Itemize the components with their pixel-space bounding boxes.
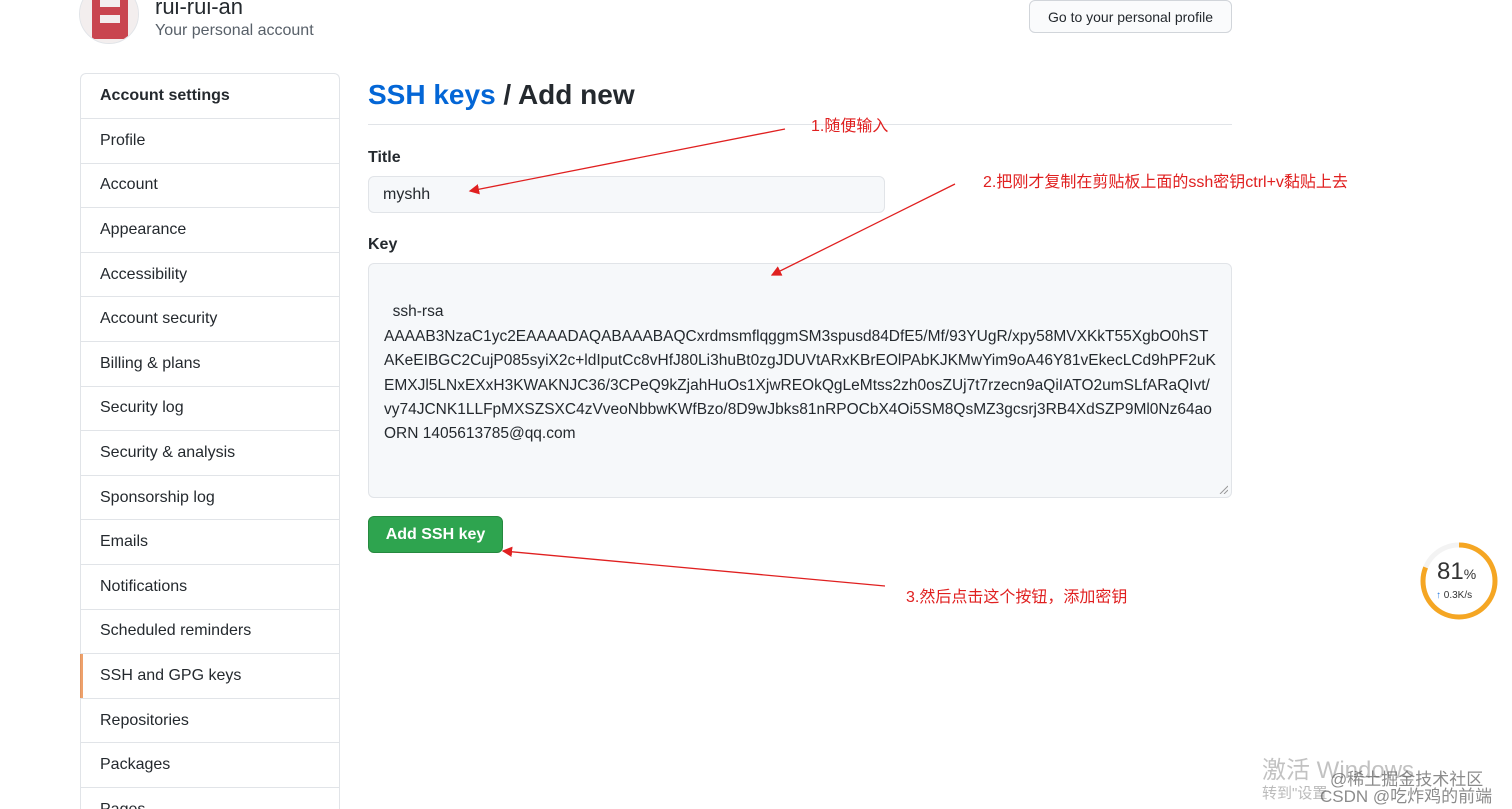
sidebar-item-ssh-gpg-keys[interactable]: SSH and GPG keys (80, 654, 339, 699)
windows-settings-watermark: 转到"设置 (1262, 785, 1328, 802)
title-divider (368, 124, 1232, 125)
sidebar-item-notifications[interactable]: Notifications (81, 565, 339, 610)
sidebar-item-accessibility[interactable]: Accessibility (81, 253, 339, 298)
resize-grip-icon[interactable] (1218, 484, 1228, 494)
avatar[interactable] (79, 0, 139, 44)
sidebar-item-scheduled-reminders[interactable]: Scheduled reminders (81, 610, 339, 655)
annotation-step3: 3.然后点击这个按钮，添加密钥 (906, 589, 1128, 606)
page-title: SSH keys / Add new (368, 79, 635, 111)
title-input[interactable]: myshh (368, 176, 885, 213)
sidebar-item-appearance[interactable]: Appearance (81, 208, 339, 253)
go-to-profile-button[interactable]: Go to your personal profile (1029, 0, 1232, 33)
sidebar-item-security-log[interactable]: Security log (81, 387, 339, 432)
gauge-speed: ↑ 0.3K/s (1436, 590, 1473, 601)
upload-arrow-icon: ↑ (1436, 590, 1441, 601)
sidebar-item-emails[interactable]: Emails (81, 520, 339, 565)
sidebar-title: Account settings (81, 74, 339, 119)
key-label: Key (368, 236, 398, 253)
sidebar-item-packages[interactable]: Packages (81, 743, 339, 788)
annotation-step2: 2.把刚才复制在剪贴板上面的ssh密钥ctrl+v黏贴上去 (983, 174, 1348, 191)
annotation-step1: 1.随便输入 (811, 118, 889, 135)
arrow-to-button (501, 546, 886, 587)
breadcrumb-current: Add new (517, 79, 635, 110)
username[interactable]: rui-rui-an (155, 0, 243, 20)
csdn-watermark: CSDN @吃炸鸡的前端 (1320, 787, 1493, 806)
gauge-percent: 81% (1437, 558, 1477, 585)
title-label: Title (368, 149, 401, 166)
sidebar-item-repositories[interactable]: Repositories (81, 699, 339, 744)
sidebar-item-profile[interactable]: Profile (81, 119, 339, 164)
sidebar-item-account-security[interactable]: Account security (81, 297, 339, 342)
key-value: ssh-rsa AAAAB3NzaC1yc2EAAAADAQABAAABAQCx… (384, 303, 1216, 443)
breadcrumb-separator: / (495, 79, 518, 110)
breadcrumb-ssh-keys-link[interactable]: SSH keys (368, 79, 496, 110)
sidebar-item-pages[interactable]: Pages (81, 788, 339, 809)
account-subtitle: Your personal account (155, 22, 314, 39)
settings-sidebar: Account settings Profile Account Appeara… (80, 73, 340, 809)
sidebar-item-billing[interactable]: Billing & plans (81, 342, 339, 387)
key-textarea[interactable]: ssh-rsa AAAAB3NzaC1yc2EAAAADAQABAAABAQCx… (368, 263, 1232, 498)
add-ssh-key-button[interactable]: Add SSH key (368, 516, 503, 553)
sidebar-item-security-analysis[interactable]: Security & analysis (81, 431, 339, 476)
sidebar-item-account[interactable]: Account (81, 164, 339, 209)
sidebar-item-sponsorship-log[interactable]: Sponsorship log (81, 476, 339, 521)
